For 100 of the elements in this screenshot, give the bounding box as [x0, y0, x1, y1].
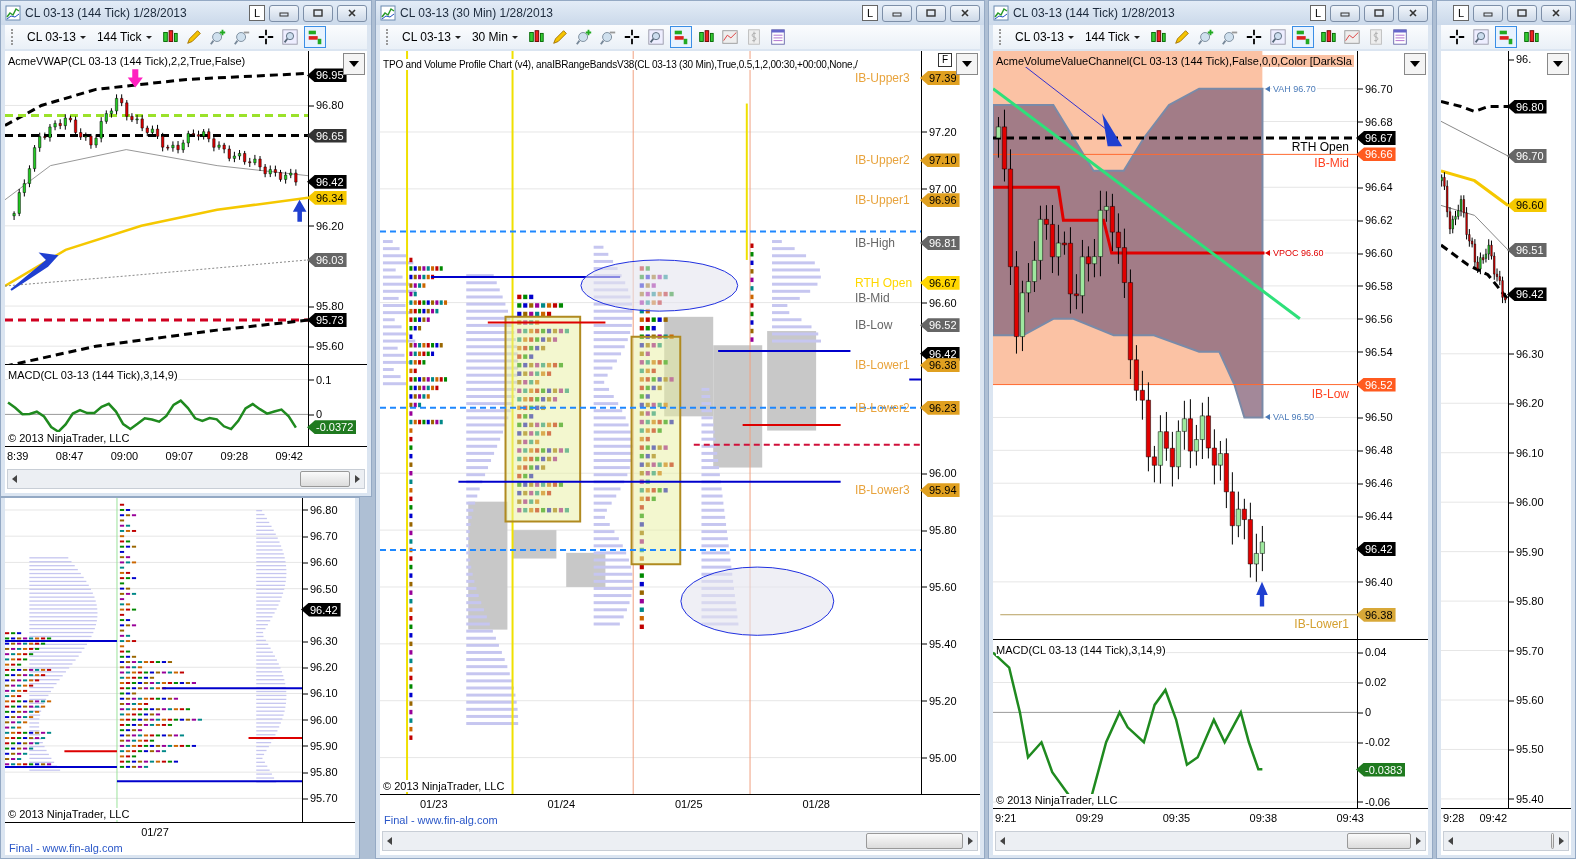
price-label: 96.50 [303, 582, 338, 596]
copyright-text: © 2013 NinjaTrader, LLC [383, 780, 505, 792]
price-tag: 97.10 [920, 153, 960, 168]
price-tag: 96.42 [301, 602, 341, 617]
price-label: 95.70 [1509, 644, 1544, 658]
time-label: 9:21 [995, 812, 1017, 824]
price-label: 96.30 [303, 634, 338, 648]
price-label: 95.80 [1509, 594, 1544, 608]
price-tag: 96.95 [307, 68, 347, 83]
price-label: 96.56 [1358, 312, 1393, 326]
window-title: CL 03-13 (30 Min) 1/28/2013 [400, 6, 553, 20]
interval-dropdown[interactable]: 144 Tick [93, 30, 156, 44]
price-tag: 96.67 [920, 275, 960, 290]
time-label: 09:35 [1162, 812, 1191, 824]
price-label: 96.62 [1358, 213, 1393, 227]
price-tag: 96.60 [1507, 198, 1547, 213]
price-tag: 96.70 [1507, 148, 1547, 163]
lock-button[interactable]: L [1453, 5, 1469, 21]
footer-link[interactable]: Final - www.fin-alg.com [5, 841, 355, 855]
price-label: 95.60 [922, 580, 957, 594]
lock-button[interactable]: L [1310, 5, 1326, 21]
copyright-text: © 2013 NinjaTrader, LLC [996, 794, 1118, 806]
price-label: 96.40 [1358, 575, 1393, 589]
price-label: 96.80 [309, 98, 344, 112]
price-label: 96.20 [1509, 396, 1544, 410]
price-label: 95.60 [309, 339, 344, 353]
price-label: 96.20 [303, 660, 338, 674]
time-label: 01/25 [674, 798, 703, 810]
time-label: 01/23 [420, 798, 448, 810]
price-label: 95.70 [303, 791, 338, 805]
level-label: IB-Upper1 [855, 193, 910, 208]
time-label: 09:38 [1249, 812, 1278, 824]
price-label: 95.80 [303, 765, 338, 779]
price-label: 0 [1358, 705, 1372, 719]
price-label: 96.70 [303, 529, 338, 543]
window-title: CL 03-13 (144 Tick) 1/28/2013 [1013, 6, 1175, 20]
level-label: RTH Open [1291, 139, 1349, 154]
time-label: 01/24 [547, 798, 575, 810]
level-label: IB-Low [855, 318, 893, 333]
price-tag: 96.52 [1356, 377, 1396, 392]
level-label: RTH Open [855, 275, 913, 290]
footer-link[interactable]: Final - www.fin-alg.com [380, 813, 980, 827]
price-label: 0.02 [1358, 675, 1387, 689]
price-tag: 96.23 [920, 400, 960, 415]
time-label: 01/27 [141, 826, 169, 838]
price-label: 96.00 [1509, 495, 1544, 509]
price-tag: -0.0383 [1356, 762, 1406, 777]
time-label: 08:47 [55, 450, 84, 462]
level-label: IB-Lower3 [855, 483, 910, 498]
price-tag: 96.42 [1356, 541, 1396, 556]
interval-dropdown[interactable]: 144 Tick [1081, 30, 1144, 44]
instrument-dropdown[interactable]: CL 03-13 [1012, 30, 1078, 44]
indicator-label: AcmeVWAP(CL 03-13 (144 Tick),2,2,True,False) [8, 55, 246, 67]
time-label: 09:07 [165, 450, 194, 462]
instrument-dropdown[interactable]: CL 03-13 [24, 30, 90, 44]
price-label: 95.90 [303, 739, 338, 753]
price-tag: 96.42 [920, 346, 960, 361]
level-marker-label: VAL 96.50 [1272, 412, 1316, 423]
price-label: 96.00 [922, 466, 957, 480]
price-label: 95.90 [1509, 545, 1544, 559]
price-label: 0.04 [1358, 646, 1387, 659]
indicator-label: TPO and Volume Profile Chart (v4), anaIBRangeBandsV38(CL 03-13 (30 Min),True,0.5,1,2,00:30,+00:00,None,/ [383, 59, 858, 70]
price-tag: 96.66 [1356, 147, 1396, 162]
price-label: 96.68 [1358, 115, 1393, 128]
indicator-label: AcmeVolumeValueChannel(CL 03-13 (144 Tick),False,0,0,Color [DarkSla [996, 55, 1354, 67]
price-tag: 96.65 [307, 128, 347, 143]
price-label: 96.10 [303, 687, 338, 700]
price-tag: 96.80 [1507, 99, 1547, 114]
price-label: 96.64 [1358, 180, 1393, 194]
price-label: 97.20 [922, 125, 957, 139]
level-label: IB-Upper3 [855, 70, 910, 85]
indicator-label: MACD(CL 03-13 (144 Tick),3,14,9) [996, 643, 1166, 656]
price-tag: 96.51 [1507, 242, 1547, 257]
level-label: IB-Mid [1314, 156, 1349, 171]
price-label: 95.20 [922, 694, 957, 708]
price-label: 96.30 [1509, 347, 1544, 361]
time-label: 8:39 [7, 450, 29, 462]
time-label: 01/28 [802, 798, 830, 810]
price-label: 96.60 [1358, 246, 1393, 260]
time-label: 09:43 [1336, 812, 1364, 824]
price-tag: 96.03 [307, 252, 347, 267]
price-tag: -0.0372 [307, 420, 357, 435]
price-tag: 95.94 [920, 483, 960, 498]
time-label: 09:00 [110, 450, 139, 462]
lock-button[interactable]: L [249, 5, 265, 21]
price-label: 95.80 [309, 299, 344, 313]
instrument-dropdown[interactable]: CL 03-13 [399, 30, 465, 44]
price-tag: 96.96 [920, 193, 960, 208]
f-button[interactable]: F [938, 53, 952, 67]
interval-dropdown[interactable]: 30 Min [468, 30, 522, 44]
price-tag: 96.67 [1356, 130, 1396, 145]
price-label: 96.20 [309, 219, 344, 233]
price-label: 96.46 [1358, 476, 1393, 490]
price-tag: 96.42 [1507, 287, 1547, 302]
price-tag: 96.38 [1356, 607, 1396, 622]
price-label: -0.06 [1358, 795, 1391, 809]
price-label: 0.1 [309, 373, 332, 387]
price-label: 96.44 [1358, 509, 1393, 523]
window-title: CL 03-13 (144 Tick) 1/28/2013 [25, 6, 187, 20]
lock-button[interactable]: L [862, 5, 878, 21]
